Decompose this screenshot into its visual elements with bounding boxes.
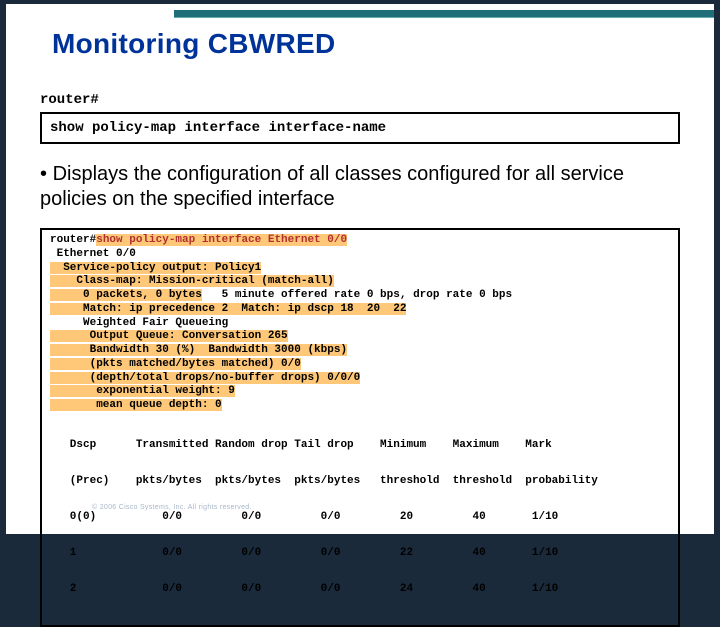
table-row: 2 0/0 0/0 0/0 24 40 1/10 bbox=[50, 583, 670, 595]
output-line: Ethernet 0/0 bbox=[50, 248, 670, 262]
highlight: 0 packets, 0 bytes bbox=[50, 289, 202, 301]
highlight: (pkts matched/bytes matched) 0/0 bbox=[50, 358, 301, 370]
output-line: Service-policy output: Policy1 bbox=[50, 262, 670, 276]
output-line: 0 packets, 0 bytes 5 minute offered rate… bbox=[50, 289, 670, 303]
slide-container: Monitoring CBWRED router# show policy-ma… bbox=[6, 4, 714, 534]
output-line: exponential weight: 9 bbox=[50, 385, 670, 399]
output-line: (pkts matched/bytes matched) 0/0 bbox=[50, 358, 670, 372]
table-header: Dscp Transmitted Random drop Tail drop M… bbox=[50, 439, 670, 451]
highlight: Match: ip precedence 2 Match: ip dscp 18… bbox=[50, 303, 406, 315]
output-command: show policy-map interface Ethernet 0/0 bbox=[96, 234, 347, 246]
output-line: mean queue depth: 0 bbox=[50, 399, 670, 413]
highlight: Output Queue: Conversation 265 bbox=[50, 330, 288, 342]
table-row: 0(0) 0/0 0/0 0/0 20 40 1/10 bbox=[50, 511, 670, 523]
bullet-description: Displays the configuration of all classe… bbox=[40, 162, 680, 212]
command-arg: interface-name bbox=[268, 120, 386, 136]
output-prompt: router# bbox=[50, 234, 96, 246]
header-rule bbox=[174, 10, 714, 18]
copyright: © 2006 Cisco Systems, Inc. All rights re… bbox=[92, 504, 252, 511]
highlight: exponential weight: 9 bbox=[50, 385, 235, 397]
output-line: Match: ip precedence 2 Match: ip dscp 18… bbox=[50, 303, 670, 317]
output-line: Output Queue: Conversation 265 bbox=[50, 330, 670, 344]
highlight: Bandwidth 30 (%) Bandwidth 3000 (kbps) bbox=[50, 344, 347, 356]
output-text: 5 minute offered rate 0 bps, drop rate 0… bbox=[202, 289, 512, 301]
highlight: Class-map: Mission-critical (match-all) bbox=[50, 275, 334, 287]
output-table: Dscp Transmitted Random drop Tail drop M… bbox=[50, 415, 670, 619]
output-line: Weighted Fair Queueing bbox=[50, 317, 670, 331]
cli-output-box: router#show policy-map interface Etherne… bbox=[40, 228, 680, 627]
output-line: router#show policy-map interface Etherne… bbox=[50, 234, 670, 248]
page-title: Monitoring CBWRED bbox=[52, 28, 336, 60]
command-syntax-box: show policy-map interface interface-name bbox=[40, 112, 680, 144]
highlight: Service-policy output: Policy1 bbox=[50, 262, 261, 274]
highlight: mean queue depth: 0 bbox=[50, 399, 222, 411]
cli-prompt: router# bbox=[40, 92, 99, 108]
highlight: (depth/total drops/no-buffer drops) 0/0/… bbox=[50, 372, 360, 384]
output-line: Class-map: Mission-critical (match-all) bbox=[50, 275, 670, 289]
output-line: Bandwidth 30 (%) Bandwidth 3000 (kbps) bbox=[50, 344, 670, 358]
table-row: 1 0/0 0/0 0/0 22 40 1/10 bbox=[50, 547, 670, 559]
output-line: (depth/total drops/no-buffer drops) 0/0/… bbox=[50, 372, 670, 386]
command-static: show policy-map interface bbox=[50, 120, 268, 136]
table-header: (Prec) pkts/bytes pkts/bytes pkts/bytes … bbox=[50, 475, 670, 487]
